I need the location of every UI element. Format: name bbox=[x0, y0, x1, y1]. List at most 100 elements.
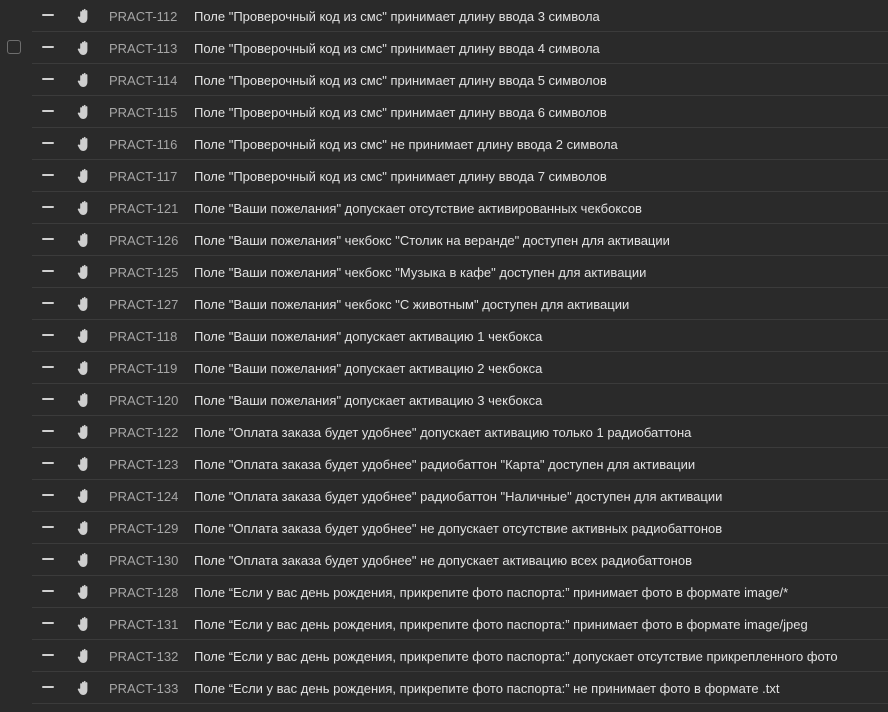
test-case-row[interactable]: PRACT-112 Поле "Проверочный код из смс" … bbox=[0, 0, 888, 32]
test-case-title[interactable]: Поле "Проверочный код из смс" принимает … bbox=[194, 169, 607, 184]
test-case-title[interactable]: Поле "Проверочный код из смс" принимает … bbox=[194, 9, 600, 24]
test-case-key[interactable]: PRACT-122 bbox=[109, 425, 178, 440]
test-case-title[interactable]: Поле “Если у вас день рождения, прикрепи… bbox=[194, 585, 788, 600]
row-select-checkbox[interactable] bbox=[7, 40, 21, 54]
test-case-title[interactable]: Поле "Ваши пожелания" чекбокс "Столик на… bbox=[194, 233, 670, 248]
test-case-row[interactable]: PRACT-113 Поле "Проверочный код из смс" … bbox=[0, 32, 888, 64]
test-case-title[interactable]: Поле "Оплата заказа будет удобнее" радио… bbox=[194, 489, 722, 504]
hand-icon bbox=[77, 136, 88, 151]
test-case-row[interactable]: PRACT-121 Поле "Ваши пожелания" допускае… bbox=[0, 192, 888, 224]
test-case-title[interactable]: Поле "Проверочный код из смс" принимает … bbox=[194, 73, 607, 88]
minus-priority-icon bbox=[42, 302, 54, 304]
hand-icon bbox=[77, 680, 88, 695]
test-case-row[interactable]: PRACT-130 Поле "Оплата заказа будет удоб… bbox=[0, 544, 888, 576]
test-case-key[interactable]: PRACT-124 bbox=[109, 489, 178, 504]
test-case-key[interactable]: PRACT-130 bbox=[109, 553, 178, 568]
test-case-key[interactable]: PRACT-119 bbox=[109, 361, 177, 376]
minus-priority-icon bbox=[42, 366, 54, 368]
minus-priority-icon bbox=[42, 398, 54, 400]
test-case-title[interactable]: Поле “Если у вас день рождения, прикрепи… bbox=[194, 681, 780, 696]
test-case-title[interactable]: Поле "Оплата заказа будет удобнее" не до… bbox=[194, 521, 722, 536]
test-case-row[interactable]: PRACT-116 Поле "Проверочный код из смс" … bbox=[0, 128, 888, 160]
hand-icon bbox=[77, 488, 88, 503]
minus-priority-icon bbox=[42, 142, 54, 144]
test-case-title[interactable]: Поле "Оплата заказа будет удобнее" радио… bbox=[194, 457, 695, 472]
minus-priority-icon bbox=[42, 622, 54, 624]
test-case-row[interactable]: PRACT-133 Поле “Если у вас день рождения… bbox=[0, 672, 888, 704]
test-case-title[interactable]: Поле "Ваши пожелания" допускает активаци… bbox=[194, 329, 542, 344]
minus-priority-icon bbox=[42, 334, 54, 336]
test-case-title[interactable]: Поле "Ваши пожелания" допускает отсутств… bbox=[194, 201, 642, 216]
test-case-row[interactable]: PRACT-117 Поле "Проверочный код из смс" … bbox=[0, 160, 888, 192]
hand-icon bbox=[77, 616, 88, 631]
test-case-key[interactable]: PRACT-118 bbox=[109, 329, 177, 344]
hand-icon bbox=[77, 584, 88, 599]
hand-icon bbox=[77, 360, 88, 375]
test-case-row[interactable]: PRACT-120 Поле "Ваши пожелания" допускае… bbox=[0, 384, 888, 416]
row-divider bbox=[32, 703, 888, 704]
test-case-row[interactable]: PRACT-127 Поле "Ваши пожелания" чекбокс … bbox=[0, 288, 888, 320]
test-case-title[interactable]: Поле "Проверочный код из смс" не принима… bbox=[194, 137, 618, 152]
test-case-key[interactable]: PRACT-129 bbox=[109, 521, 178, 536]
minus-priority-icon bbox=[42, 14, 54, 16]
test-case-row[interactable]: PRACT-132 Поле “Если у вас день рождения… bbox=[0, 640, 888, 672]
test-case-key[interactable]: PRACT-131 bbox=[109, 617, 178, 632]
test-case-row[interactable]: PRACT-125 Поле "Ваши пожелания" чекбокс … bbox=[0, 256, 888, 288]
test-case-title[interactable]: Поле "Проверочный код из смс" принимает … bbox=[194, 105, 607, 120]
test-case-title[interactable]: Поле "Проверочный код из смс" принимает … bbox=[194, 41, 600, 56]
hand-icon bbox=[77, 8, 88, 23]
hand-icon bbox=[77, 264, 88, 279]
test-case-key[interactable]: PRACT-117 bbox=[109, 169, 177, 184]
test-case-row[interactable]: PRACT-114 Поле "Проверочный код из смс" … bbox=[0, 64, 888, 96]
test-case-row[interactable]: PRACT-118 Поле "Ваши пожелания" допускае… bbox=[0, 320, 888, 352]
test-case-key[interactable]: PRACT-115 bbox=[109, 105, 177, 120]
test-case-key[interactable]: PRACT-125 bbox=[109, 265, 178, 280]
test-case-title[interactable]: Поле “Если у вас день рождения, прикрепи… bbox=[194, 649, 838, 664]
test-case-row[interactable]: PRACT-123 Поле "Оплата заказа будет удоб… bbox=[0, 448, 888, 480]
minus-priority-icon bbox=[42, 174, 54, 176]
test-case-key[interactable]: PRACT-112 bbox=[109, 9, 177, 24]
hand-icon bbox=[77, 200, 88, 215]
minus-priority-icon bbox=[42, 686, 54, 688]
test-case-key[interactable]: PRACT-114 bbox=[109, 73, 177, 88]
minus-priority-icon bbox=[42, 654, 54, 656]
test-case-row[interactable]: PRACT-124 Поле "Оплата заказа будет удоб… bbox=[0, 480, 888, 512]
hand-icon bbox=[77, 520, 88, 535]
test-case-row[interactable]: PRACT-126 Поле "Ваши пожелания" чекбокс … bbox=[0, 224, 888, 256]
test-case-row[interactable]: PRACT-131 Поле “Если у вас день рождения… bbox=[0, 608, 888, 640]
test-case-title[interactable]: Поле "Ваши пожелания" допускает активаци… bbox=[194, 361, 542, 376]
test-case-row[interactable]: PRACT-119 Поле "Ваши пожелания" допускае… bbox=[0, 352, 888, 384]
hand-icon bbox=[77, 232, 88, 247]
hand-icon bbox=[77, 648, 88, 663]
test-case-row[interactable]: PRACT-115 Поле "Проверочный код из смс" … bbox=[0, 96, 888, 128]
test-case-key[interactable]: PRACT-128 bbox=[109, 585, 178, 600]
test-case-key[interactable]: PRACT-126 bbox=[109, 233, 178, 248]
test-case-title[interactable]: Поле "Ваши пожелания" чекбокс "С животны… bbox=[194, 297, 629, 312]
minus-priority-icon bbox=[42, 590, 54, 592]
test-case-title[interactable]: Поле "Оплата заказа будет удобнее" не до… bbox=[194, 553, 692, 568]
test-case-key[interactable]: PRACT-132 bbox=[109, 649, 178, 664]
minus-priority-icon bbox=[42, 206, 54, 208]
test-case-title[interactable]: Поле "Ваши пожелания" чекбокс "Музыка в … bbox=[194, 265, 646, 280]
test-case-title[interactable]: Поле “Если у вас день рождения, прикрепи… bbox=[194, 617, 808, 632]
hand-icon bbox=[77, 424, 88, 439]
test-case-key[interactable]: PRACT-121 bbox=[109, 201, 178, 216]
test-case-row[interactable]: PRACT-128 Поле “Если у вас день рождения… bbox=[0, 576, 888, 608]
hand-icon bbox=[77, 392, 88, 407]
test-case-title[interactable]: Поле "Оплата заказа будет удобнее" допус… bbox=[194, 425, 691, 440]
minus-priority-icon bbox=[42, 494, 54, 496]
minus-priority-icon bbox=[42, 526, 54, 528]
hand-icon bbox=[77, 456, 88, 471]
test-case-row[interactable]: PRACT-129 Поле "Оплата заказа будет удоб… bbox=[0, 512, 888, 544]
hand-icon bbox=[77, 296, 88, 311]
minus-priority-icon bbox=[42, 46, 54, 48]
test-case-row[interactable]: PRACT-122 Поле "Оплата заказа будет удоб… bbox=[0, 416, 888, 448]
test-case-key[interactable]: PRACT-127 bbox=[109, 297, 178, 312]
test-case-key[interactable]: PRACT-123 bbox=[109, 457, 178, 472]
test-case-key[interactable]: PRACT-133 bbox=[109, 681, 178, 696]
hand-icon bbox=[77, 104, 88, 119]
test-case-key[interactable]: PRACT-113 bbox=[109, 41, 177, 56]
test-case-title[interactable]: Поле "Ваши пожелания" допускает активаци… bbox=[194, 393, 542, 408]
test-case-key[interactable]: PRACT-116 bbox=[109, 137, 177, 152]
test-case-key[interactable]: PRACT-120 bbox=[109, 393, 178, 408]
